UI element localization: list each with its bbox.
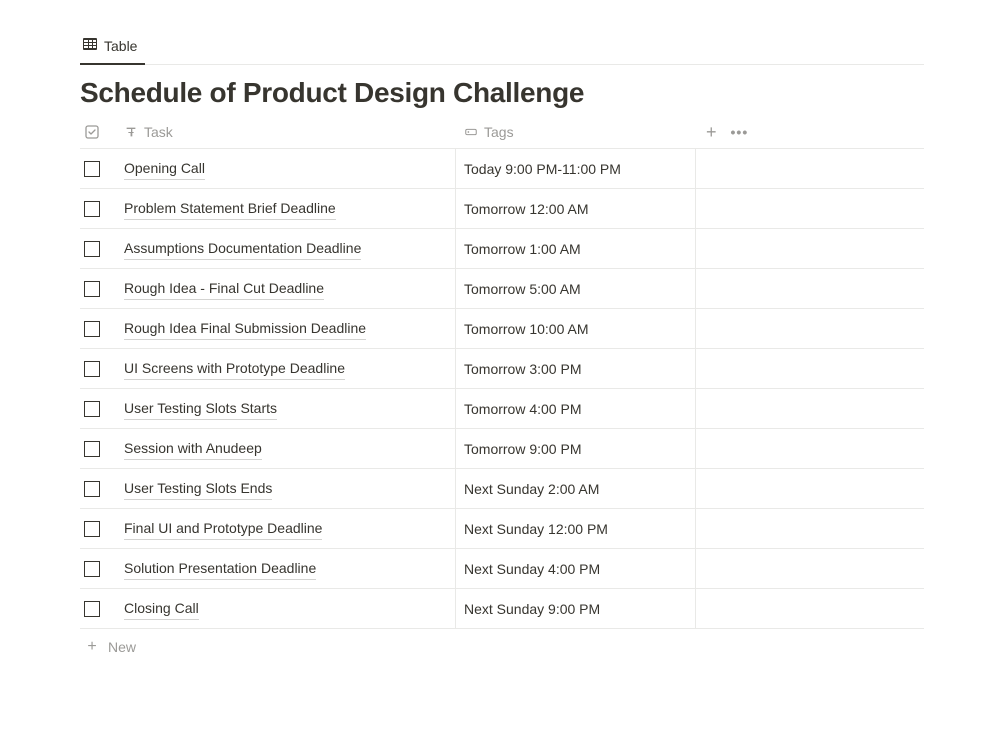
row-checkbox[interactable] <box>84 561 100 577</box>
new-row-button[interactable]: + New <box>80 629 924 665</box>
plus-icon: + <box>84 638 100 656</box>
tag-value[interactable]: Next Sunday 9:00 PM <box>464 601 600 617</box>
table-row: Final UI and Prototype Deadline Next Sun… <box>80 509 924 549</box>
column-header-tags-label: Tags <box>484 124 514 140</box>
table-row: User Testing Slots Ends Next Sunday 2:00… <box>80 469 924 509</box>
table-icon <box>82 36 98 55</box>
task-name[interactable]: Rough Idea Final Submission Deadline <box>124 318 366 340</box>
column-header-actions: + ••• <box>696 123 748 141</box>
table-row: Problem Statement Brief Deadline Tomorro… <box>80 189 924 229</box>
row-checkbox[interactable] <box>84 441 100 457</box>
tag-value[interactable]: Next Sunday 4:00 PM <box>464 561 600 577</box>
row-checkbox[interactable] <box>84 321 100 337</box>
column-header-checkbox[interactable] <box>80 124 118 140</box>
row-checkbox[interactable] <box>84 161 100 177</box>
table-row: Session with Anudeep Tomorrow 9:00 PM <box>80 429 924 469</box>
task-name[interactable]: Final UI and Prototype Deadline <box>124 518 322 540</box>
table: Task Tags + ••• Opening Call Today 9:00 … <box>80 115 924 665</box>
table-header: Task Tags + ••• <box>80 115 924 149</box>
row-checkbox[interactable] <box>84 401 100 417</box>
task-name[interactable]: User Testing Slots Starts <box>124 398 277 420</box>
tag-value[interactable]: Today 9:00 PM-11:00 PM <box>464 161 621 177</box>
task-name[interactable]: Assumptions Documentation Deadline <box>124 238 361 260</box>
row-checkbox[interactable] <box>84 601 100 617</box>
view-tab-table[interactable]: Table <box>80 30 145 65</box>
task-name[interactable]: Opening Call <box>124 158 205 180</box>
view-tab-label: Table <box>104 38 137 54</box>
new-row-label: New <box>108 639 136 655</box>
tag-value[interactable]: Next Sunday 12:00 PM <box>464 521 608 537</box>
table-row: Closing Call Next Sunday 9:00 PM <box>80 589 924 629</box>
table-row: Opening Call Today 9:00 PM-11:00 PM <box>80 149 924 189</box>
tag-property-icon <box>464 125 478 139</box>
task-name[interactable]: Problem Statement Brief Deadline <box>124 198 336 220</box>
tag-value[interactable]: Tomorrow 9:00 PM <box>464 441 581 457</box>
task-name[interactable]: Rough Idea - Final Cut Deadline <box>124 278 324 300</box>
add-column-button[interactable]: + <box>706 123 717 141</box>
tag-value[interactable]: Next Sunday 2:00 AM <box>464 481 599 497</box>
task-name[interactable]: Session with Anudeep <box>124 438 262 460</box>
more-options-button[interactable]: ••• <box>731 125 749 139</box>
column-header-task-label: Task <box>144 124 173 140</box>
row-checkbox[interactable] <box>84 281 100 297</box>
tag-value[interactable]: Tomorrow 1:00 AM <box>464 241 581 257</box>
task-name[interactable]: User Testing Slots Ends <box>124 478 272 500</box>
text-property-icon <box>124 125 138 139</box>
tag-value[interactable]: Tomorrow 12:00 AM <box>464 201 589 217</box>
tag-value[interactable]: Tomorrow 5:00 AM <box>464 281 581 297</box>
table-row: UI Screens with Prototype Deadline Tomor… <box>80 349 924 389</box>
tag-value[interactable]: Tomorrow 4:00 PM <box>464 401 581 417</box>
column-header-tags[interactable]: Tags <box>456 124 696 140</box>
checkbox-column-icon <box>84 124 100 140</box>
table-row: User Testing Slots Starts Tomorrow 4:00 … <box>80 389 924 429</box>
row-checkbox[interactable] <box>84 361 100 377</box>
task-name[interactable]: Closing Call <box>124 598 199 620</box>
page-title[interactable]: Schedule of Product Design Challenge <box>80 77 924 109</box>
task-name[interactable]: Solution Presentation Deadline <box>124 558 316 580</box>
row-checkbox[interactable] <box>84 241 100 257</box>
column-header-task[interactable]: Task <box>118 124 456 140</box>
table-row: Rough Idea - Final Cut Deadline Tomorrow… <box>80 269 924 309</box>
table-row: Solution Presentation Deadline Next Sund… <box>80 549 924 589</box>
row-checkbox[interactable] <box>84 201 100 217</box>
task-name[interactable]: UI Screens with Prototype Deadline <box>124 358 345 380</box>
view-tabs: Table <box>80 30 924 65</box>
tag-value[interactable]: Tomorrow 10:00 AM <box>464 321 589 337</box>
table-row: Rough Idea Final Submission Deadline Tom… <box>80 309 924 349</box>
row-checkbox[interactable] <box>84 481 100 497</box>
tag-value[interactable]: Tomorrow 3:00 PM <box>464 361 581 377</box>
row-checkbox[interactable] <box>84 521 100 537</box>
table-row: Assumptions Documentation Deadline Tomor… <box>80 229 924 269</box>
